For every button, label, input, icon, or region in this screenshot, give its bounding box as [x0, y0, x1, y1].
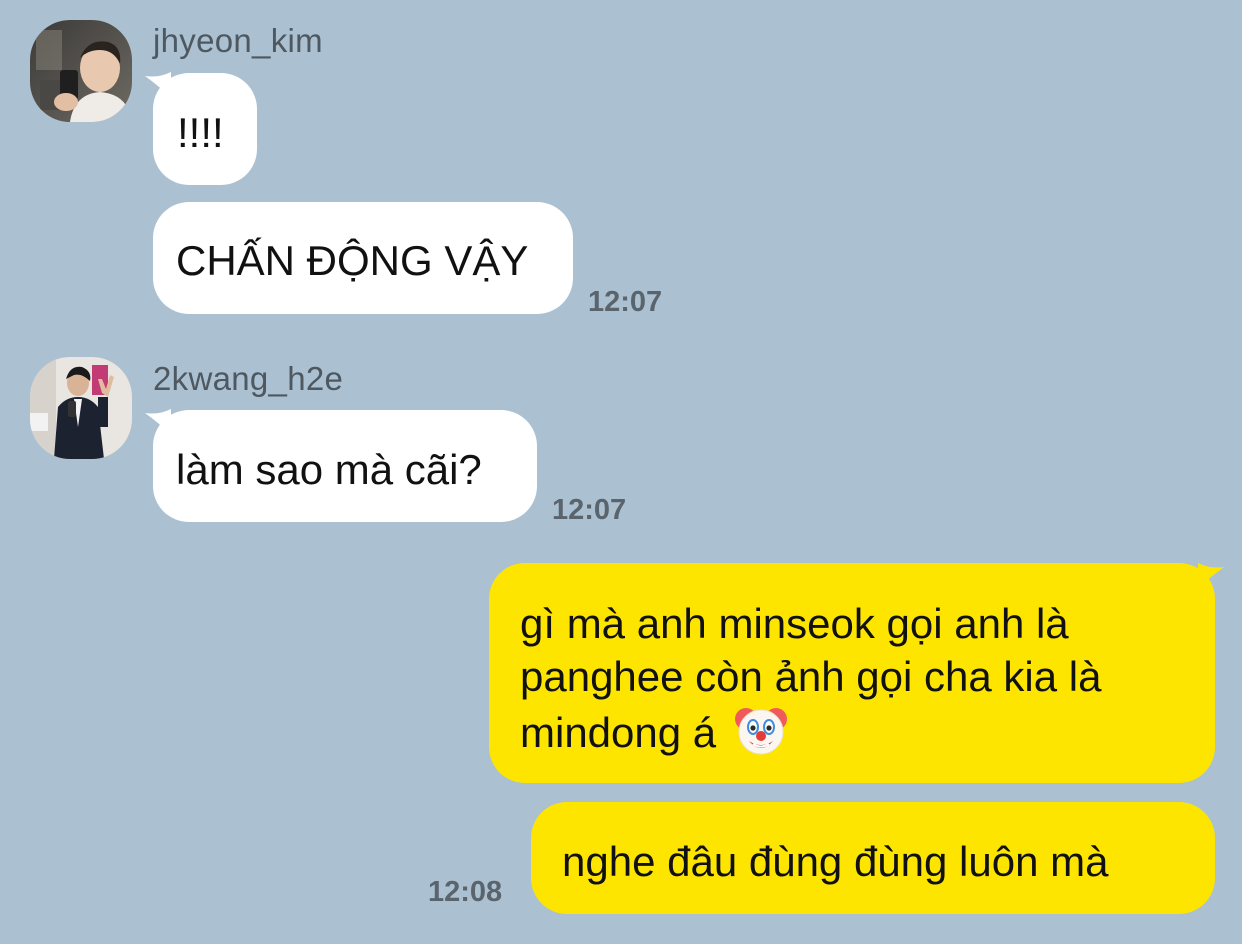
- sender-name: jhyeon_kim: [153, 22, 323, 59]
- profile-photo-icon: [30, 357, 132, 459]
- clown-face-emoji-icon: [734, 703, 788, 769]
- message-line: mindong á: [520, 709, 717, 756]
- profile-photo-icon: [30, 20, 132, 122]
- avatar-2kwang-h2e[interactable]: [30, 357, 132, 459]
- message-timestamp: 12:07: [552, 494, 627, 526]
- message-text: !!!!: [177, 109, 224, 156]
- message-timestamp: 12:08: [428, 876, 503, 908]
- message-bubble[interactable]: gì mà anh minseok gọi anh là panghee còn…: [489, 563, 1215, 783]
- message-line: panghee còn ảnh gọi cha kia là: [520, 653, 1102, 700]
- message-timestamp: 12:07: [588, 286, 663, 318]
- message-line: gì mà anh minseok gọi anh là: [520, 600, 1069, 647]
- message-text: nghe đâu đùng đùng luôn mà: [562, 838, 1109, 885]
- sender-name: 2kwang_h2e: [153, 360, 344, 397]
- avatar-jhyeon-kim[interactable]: [30, 20, 132, 122]
- message-bubble[interactable]: !!!!: [153, 73, 257, 185]
- message-text: CHẤN ĐỘNG VẬY: [176, 237, 529, 284]
- message-text: làm sao mà cãi?: [176, 446, 482, 493]
- message-bubble[interactable]: CHẤN ĐỘNG VẬY: [153, 202, 573, 314]
- message-bubble[interactable]: nghe đâu đùng đùng luôn mà: [531, 802, 1215, 914]
- message-bubble[interactable]: làm sao mà cãi?: [153, 410, 537, 522]
